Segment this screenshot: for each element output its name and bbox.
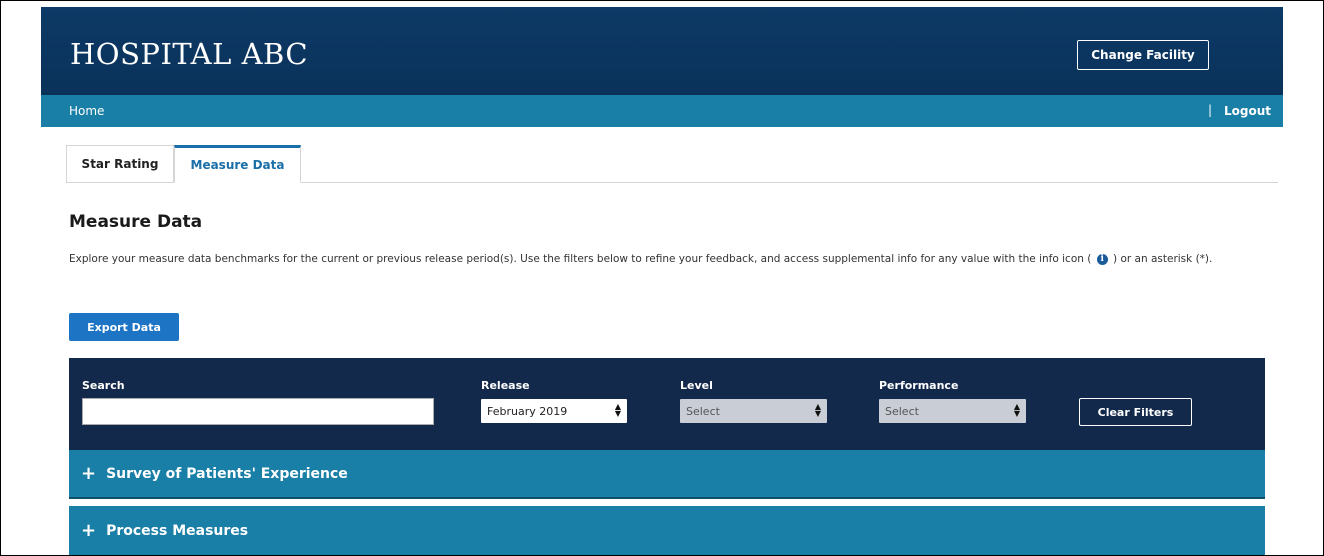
accordion-process-measures[interactable]: + Process Measures [69, 506, 1265, 555]
export-data-button[interactable]: Export Data [69, 313, 179, 341]
nav-separator: | [1208, 103, 1213, 117]
brand-title: HOSPITAL ABC [70, 37, 309, 71]
performance-select[interactable]: Select ▲ ▼ [879, 399, 1026, 423]
sort-arrows-icon: ▲ ▼ [814, 402, 821, 418]
change-facility-button[interactable]: Change Facility [1077, 40, 1209, 70]
level-select-value: Select [686, 404, 720, 418]
release-select[interactable]: February 2019 ▲ ▼ [481, 399, 627, 423]
tab-measure-data[interactable]: Measure Data [174, 145, 301, 183]
nav-home-link[interactable]: Home [69, 104, 104, 118]
sort-arrows-icon: ▲ ▼ [1013, 402, 1020, 418]
sort-arrows-icon: ▲ ▼ [614, 402, 621, 418]
accordion-survey-patients-experience[interactable]: + Survey of Patients' Experience [69, 450, 1265, 499]
release-label: Release [481, 379, 530, 392]
app-container: HOSPITAL ABC Change Facility Home | Logo… [41, 7, 1283, 555]
clear-filters-button[interactable]: Clear Filters [1079, 398, 1192, 426]
plus-icon: + [81, 463, 97, 484]
info-icon: i [1096, 253, 1108, 265]
site-header: HOSPITAL ABC Change Facility [41, 7, 1283, 95]
level-select[interactable]: Select ▲ ▼ [680, 399, 827, 423]
page-title: Measure Data [69, 212, 203, 232]
tab-star-rating[interactable]: Star Rating [66, 145, 174, 182]
filter-panel: Search Release February 2019 ▲ ▼ Level Se… [69, 358, 1265, 450]
tab-bar: Star Rating Measure Data [66, 145, 1278, 183]
nav-bar: Home | Logout [41, 95, 1283, 127]
accordion-label: Survey of Patients' Experience [106, 465, 348, 482]
search-label: Search [82, 379, 125, 392]
logout-link[interactable]: Logout [1224, 104, 1271, 118]
search-input[interactable] [82, 398, 434, 425]
performance-label: Performance [879, 379, 959, 392]
description-text-2: ) or an asterisk (*). [1113, 253, 1213, 265]
description-text-1: Explore your measure data benchmarks for… [69, 253, 1092, 265]
performance-select-value: Select [885, 404, 919, 418]
release-select-value: February 2019 [487, 404, 568, 418]
accordion-label: Process Measures [106, 522, 249, 539]
plus-icon: + [81, 520, 97, 541]
page-frame: HOSPITAL ABC Change Facility Home | Logo… [0, 0, 1324, 556]
page-description: Explore your measure data benchmarks for… [69, 249, 1269, 269]
level-label: Level [680, 379, 713, 392]
